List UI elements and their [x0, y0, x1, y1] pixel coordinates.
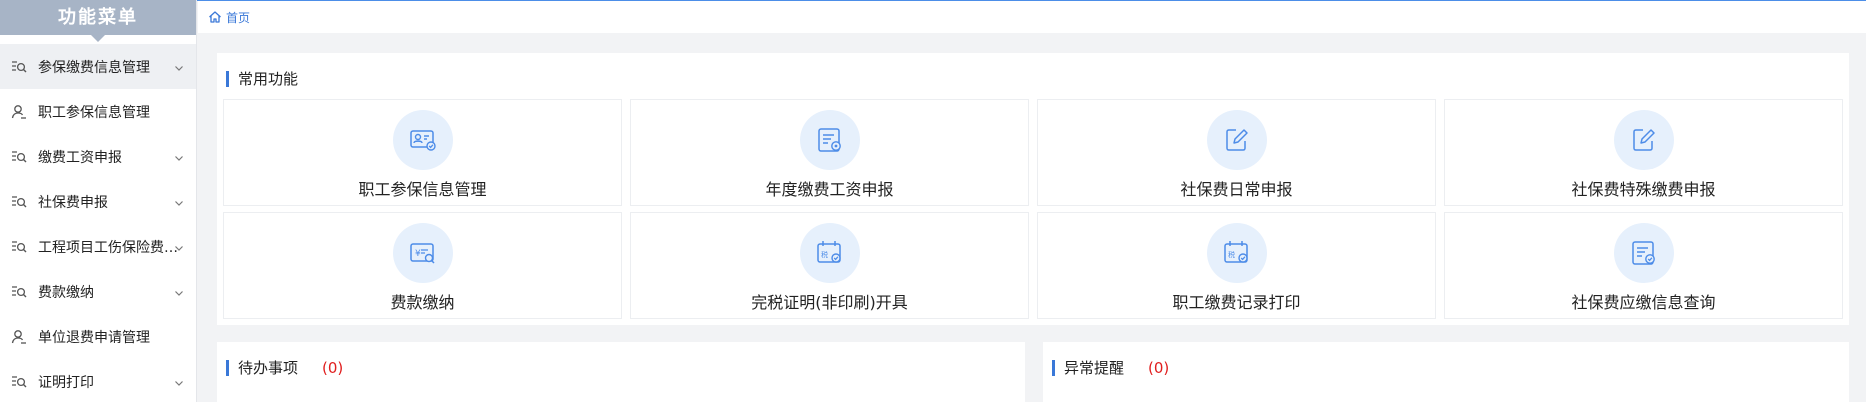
search-list-icon [10, 148, 28, 166]
breadcrumb-home-link[interactable]: 首页 [226, 9, 250, 26]
user-icon [10, 103, 28, 121]
sidebar-title-text: 功能菜单 [58, 7, 138, 28]
home-icon[interactable] [208, 10, 222, 24]
function-tile[interactable]: 年度缴费工资申报 [630, 99, 1029, 206]
function-tile-label: 年度缴费工资申报 [765, 180, 894, 199]
alert-title-text: 异常提醒 [1064, 359, 1125, 377]
todo-panel: 待办事项 (0) [217, 342, 1025, 402]
common-functions-title: 常用功能 [226, 68, 298, 89]
search-list-icon [10, 58, 28, 76]
sidebar-item[interactable]: 社保费申报 [0, 179, 196, 224]
id-card-check-icon [392, 110, 453, 170]
function-tile-label: 社保费应缴信息查询 [1571, 293, 1716, 312]
chevron-down-icon[interactable] [174, 376, 184, 386]
search-list-icon [10, 283, 28, 301]
sidebar-item[interactable]: 工程项目工伤保险费… [0, 224, 196, 269]
edit-icon [1206, 110, 1267, 170]
sidebar-item-label: 工程项目工伤保险费… [38, 239, 178, 256]
search-list-icon [10, 193, 28, 211]
breadcrumb: 首页 [198, 1, 1866, 33]
document-check-icon [1613, 223, 1674, 283]
function-tile-label: 职工参保信息管理 [358, 180, 487, 199]
tax-calendar-check-icon: 税 [799, 223, 860, 283]
function-tile-label: 完税证明(非印刷)开具 [751, 293, 908, 312]
function-tile[interactable]: 社保费特殊缴费申报 [1444, 99, 1843, 206]
common-functions-grid: 职工参保信息管理 年度缴费工资申报 社保费日常申报 社保费特殊缴费申报 ¥ 费款缴纳 税完税… [223, 99, 1843, 319]
svg-text:税: 税 [821, 250, 828, 259]
sidebar-item[interactable]: 职工参保信息管理 [0, 89, 196, 134]
sidebar-item[interactable]: 参保缴费信息管理 [0, 44, 196, 89]
sidebar-item-label: 职工参保信息管理 [38, 104, 150, 121]
todo-title-text: 待办事项 [238, 359, 299, 377]
function-tile[interactable]: 社保费应缴信息查询 [1444, 212, 1843, 319]
sidebar-item-label: 参保缴费信息管理 [38, 59, 150, 76]
sidebar-item-label: 单位退费申请管理 [38, 329, 150, 346]
sidebar-title-notch [90, 34, 106, 42]
chevron-down-icon[interactable] [174, 286, 184, 296]
sidebar-item-label: 费款缴纳 [38, 284, 94, 301]
sidebar-item[interactable]: 缴费工资申报 [0, 134, 196, 179]
chevron-down-icon[interactable] [174, 196, 184, 206]
svg-text:¥: ¥ [415, 249, 421, 259]
chevron-down-icon[interactable] [174, 151, 184, 161]
function-tile[interactable]: 社保费日常申报 [1037, 99, 1436, 206]
function-tile[interactable]: 职工参保信息管理 [223, 99, 622, 206]
tax-calendar-check-icon: 税 [1206, 223, 1267, 283]
title-accent-bar [1052, 359, 1055, 376]
svg-text:税: 税 [1228, 250, 1235, 259]
title-accent-bar [226, 70, 229, 87]
sidebar-title: 功能菜单 [0, 0, 196, 42]
user-icon [10, 328, 28, 346]
sidebar: 功能菜单 参保缴费信息管理 职工参保信息管理 缴费工资申报 社保费申报工程项目工伤保险… [0, 0, 197, 402]
sidebar-item[interactable]: 费款缴纳 [0, 269, 196, 314]
sidebar-item[interactable]: 单位退费申请管理 [0, 314, 196, 359]
sidebar-item-label: 证明打印 [38, 374, 94, 391]
todo-count[interactable]: (0) [322, 359, 343, 377]
alert-panel: 异常提醒 (0) [1043, 342, 1849, 402]
function-tile[interactable]: 税职工缴费记录打印 [1037, 212, 1436, 319]
function-tile-label: 社保费日常申报 [1180, 180, 1293, 199]
todo-title: 待办事项 (0) [226, 357, 343, 378]
common-functions-panel: 常用功能 职工参保信息管理 年度缴费工资申报 社保费日常申报 社保费特殊缴费申报 ¥ 费款… [217, 53, 1849, 325]
chevron-down-icon[interactable] [174, 241, 184, 251]
function-tile-label: 费款缴纳 [390, 293, 455, 312]
chevron-down-icon[interactable] [174, 61, 184, 71]
alert-title: 异常提醒 (0) [1052, 357, 1169, 378]
search-list-icon [10, 373, 28, 391]
sidebar-item-label: 缴费工资申报 [38, 149, 122, 166]
function-tile[interactable]: ¥ 费款缴纳 [223, 212, 622, 319]
function-tile[interactable]: 税完税证明(非印刷)开具 [630, 212, 1029, 319]
sidebar-menu: 参保缴费信息管理 职工参保信息管理 缴费工资申报 社保费申报工程项目工伤保险费… 费款缴… [0, 44, 196, 402]
sidebar-item-label: 社保费申报 [38, 194, 108, 211]
edit-icon [1613, 110, 1674, 170]
common-functions-title-text: 常用功能 [238, 70, 299, 88]
sidebar-item[interactable]: 证明打印 [0, 359, 196, 402]
alert-count[interactable]: (0) [1148, 359, 1169, 377]
title-accent-bar [226, 359, 229, 376]
yuan-search-icon: ¥ [392, 223, 453, 283]
function-tile-label: 职工缴费记录打印 [1172, 293, 1301, 312]
function-tile-label: 社保费特殊缴费申报 [1571, 180, 1716, 199]
search-list-icon [10, 238, 28, 256]
document-seal-icon [799, 110, 860, 170]
